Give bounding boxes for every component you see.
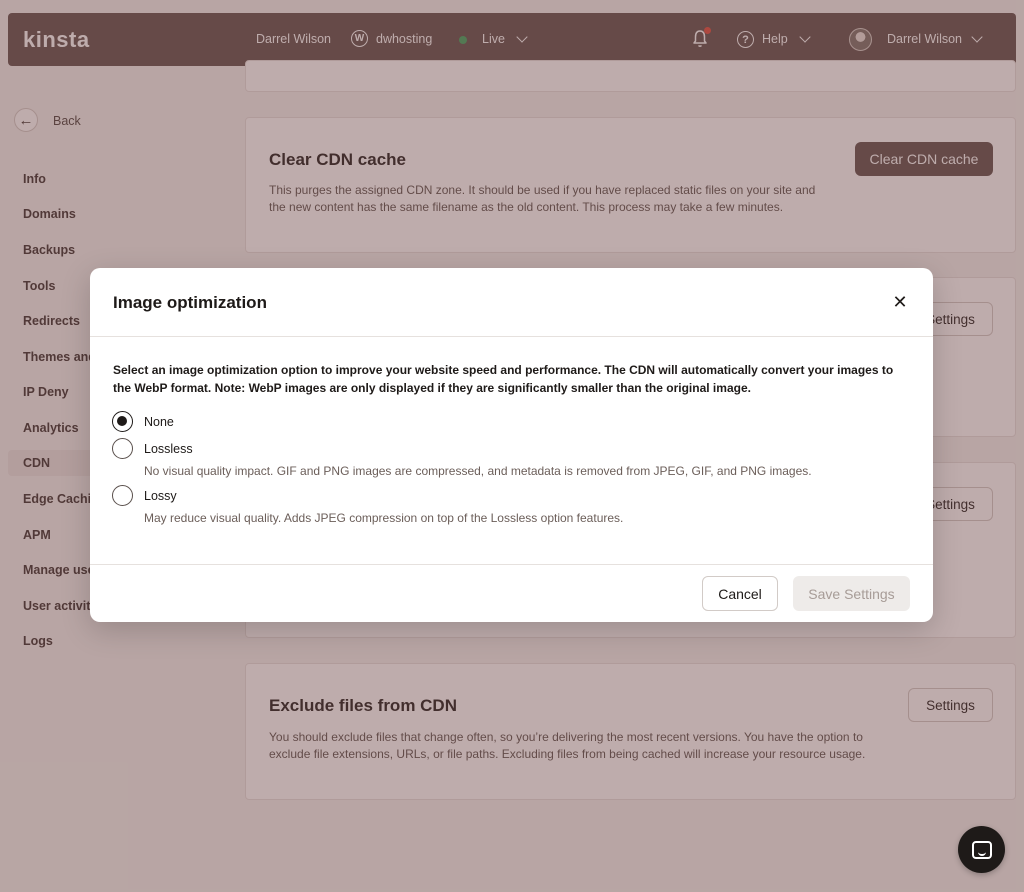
divider [90, 564, 933, 565]
divider [90, 336, 933, 337]
radio-lossy[interactable] [112, 485, 133, 506]
save-settings-button[interactable]: Save Settings [793, 576, 910, 611]
radio-label-lossy[interactable]: Lossy [144, 489, 177, 503]
radio-label-lossless[interactable]: Lossless [144, 442, 193, 456]
chat-icon [971, 840, 992, 859]
modal-intro-text: Select an image optimization option to i… [113, 363, 894, 395]
modal-title: Image optimization [113, 293, 267, 312]
radio-lossless[interactable] [112, 438, 133, 459]
radio-label-none[interactable]: None [144, 415, 174, 429]
chat-button[interactable] [958, 826, 1005, 873]
image-optimization-modal: Image optimization ✕ Select an image opt… [90, 268, 933, 622]
radio-description-lossless: No visual quality impact. GIF and PNG im… [144, 464, 812, 478]
radio-description-lossy: May reduce visual quality. Adds JPEG com… [144, 511, 624, 525]
cancel-button[interactable]: Cancel [702, 576, 778, 611]
radio-none[interactable] [112, 411, 133, 432]
close-icon[interactable]: ✕ [890, 292, 910, 312]
